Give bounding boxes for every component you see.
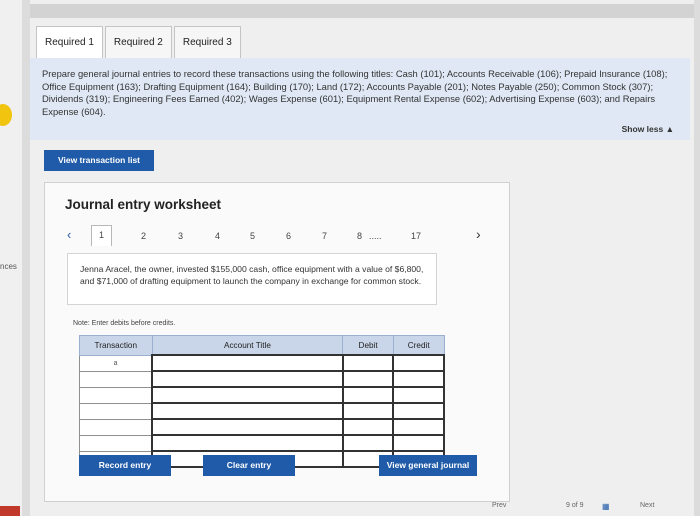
view-transaction-list-button[interactable]: View transaction list <box>44 150 154 171</box>
debit-input[interactable] <box>341 434 395 452</box>
nav-ellipsis: ..... <box>369 231 382 241</box>
next-entry-icon[interactable]: › <box>476 226 481 242</box>
debit-input[interactable] <box>341 370 395 388</box>
view-general-journal-button[interactable]: View general journal <box>379 455 477 476</box>
table-row <box>79 418 445 436</box>
credit-input[interactable] <box>392 434 445 452</box>
requirement-tabs: Required 1 Required 2 Required 3 <box>36 26 243 59</box>
table-row <box>79 402 445 420</box>
debit-input[interactable] <box>341 418 395 436</box>
nav-entry-7[interactable]: 7 <box>322 231 327 241</box>
show-less-link[interactable]: Show less ▲ <box>622 124 674 134</box>
transaction-cell <box>79 370 153 388</box>
corner-marker <box>0 506 20 516</box>
tab-required-1[interactable]: Required 1 <box>36 26 103 59</box>
table-row <box>79 370 445 388</box>
debit-input[interactable] <box>341 386 395 404</box>
credit-input[interactable] <box>392 418 445 436</box>
transaction-cell <box>79 418 153 436</box>
account-title-input[interactable] <box>151 434 344 452</box>
grid-icon[interactable]: ▦ <box>602 502 610 511</box>
next-page-link[interactable]: Next <box>640 502 654 509</box>
column-header-transaction: Transaction <box>79 335 153 356</box>
transaction-cell <box>79 402 153 420</box>
transaction-description: Jenna Aracel, the owner, invested $155,0… <box>80 264 424 286</box>
nav-entry-2[interactable]: 2 <box>141 231 146 241</box>
side-label: nces <box>0 262 17 271</box>
tab-required-2[interactable]: Required 2 <box>104 26 172 59</box>
journal-entry-worksheet: Journal entry worksheet ‹ 1 2 3 4 5 6 7 … <box>44 182 510 502</box>
table-row <box>79 386 445 404</box>
clear-entry-button[interactable]: Clear entry <box>203 455 295 476</box>
entry-navigation: ‹ 1 2 3 4 5 6 7 8 ..... 17 <box>65 225 495 247</box>
transaction-cell: a <box>79 354 153 372</box>
nav-entry-3[interactable]: 3 <box>178 231 183 241</box>
table-row: a <box>79 354 445 372</box>
page-counter: 9 of 9 <box>566 502 584 509</box>
column-header-debit: Debit <box>342 335 394 356</box>
account-title-input[interactable] <box>151 386 344 404</box>
instructions-text: Prepare general journal entries to recor… <box>42 68 668 117</box>
worksheet-title: Journal entry worksheet <box>65 197 222 212</box>
top-bar <box>30 4 694 18</box>
record-entry-button[interactable]: Record entry <box>79 455 171 476</box>
account-title-input[interactable] <box>151 370 344 388</box>
table-row <box>79 434 445 452</box>
column-header-account-title: Account Title <box>151 335 344 356</box>
debit-input[interactable] <box>341 354 395 372</box>
nav-entry-4[interactable]: 4 <box>215 231 220 241</box>
prev-page-link[interactable]: Prev <box>492 502 506 509</box>
account-title-input[interactable] <box>151 402 344 420</box>
credit-input[interactable] <box>392 402 445 420</box>
column-header-credit: Credit <box>392 335 445 356</box>
debit-input[interactable] <box>341 402 395 420</box>
nav-entry-6[interactable]: 6 <box>286 231 291 241</box>
credit-input[interactable] <box>392 354 445 372</box>
nav-entry-17[interactable]: 17 <box>411 231 421 241</box>
account-title-input[interactable] <box>151 418 344 436</box>
nav-entry-5[interactable]: 5 <box>250 231 255 241</box>
credit-input[interactable] <box>392 386 445 404</box>
credit-input[interactable] <box>392 370 445 388</box>
transaction-cell <box>79 434 153 452</box>
prev-entry-icon[interactable]: ‹ <box>67 227 71 242</box>
instructions-box: Prepare general journal entries to recor… <box>30 58 690 140</box>
left-edge-panel <box>0 0 22 516</box>
tab-required-3[interactable]: Required 3 <box>173 26 241 59</box>
nav-entry-8[interactable]: 8 <box>357 231 362 241</box>
journal-entry-table: Transaction Account Title Debit Credit a <box>79 335 445 468</box>
transaction-cell <box>79 386 153 404</box>
nav-entry-1[interactable]: 1 <box>91 225 113 246</box>
debit-credit-note: Note: Enter debits before credits. <box>73 320 176 327</box>
transaction-description-box: Jenna Aracel, the owner, invested $155,0… <box>67 253 437 305</box>
account-title-input[interactable] <box>151 354 344 372</box>
